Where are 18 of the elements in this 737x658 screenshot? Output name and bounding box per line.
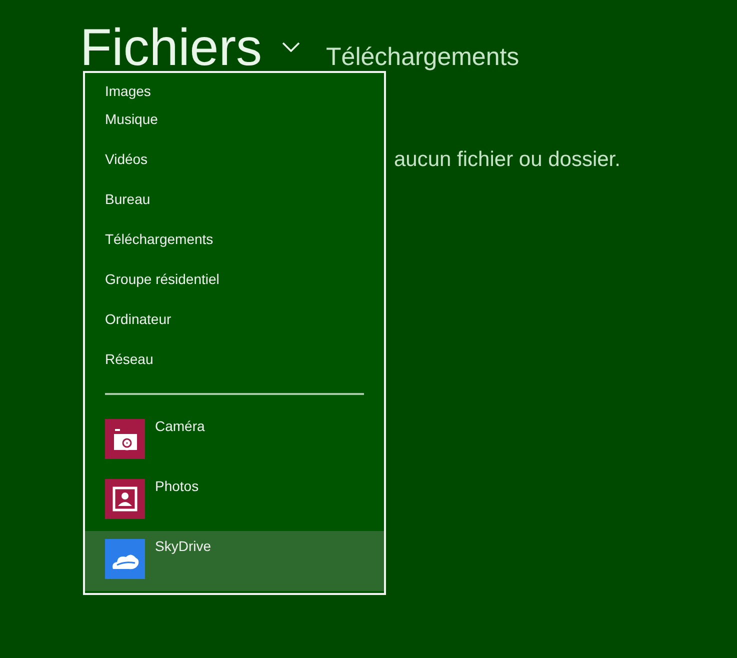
app-item[interactable]: Caméra [85, 411, 384, 471]
app-label: Caméra [155, 418, 205, 434]
menu-item[interactable]: Téléchargements [85, 219, 384, 259]
current-folder: Téléchargements [326, 43, 520, 72]
app-label: SkyDrive [155, 538, 212, 554]
menu-item[interactable]: Groupe résidentiel [85, 259, 384, 299]
app-item[interactable]: SkyDrive [85, 531, 384, 591]
menu-item[interactable]: Vidéos [85, 139, 384, 179]
menu-item[interactable]: Musique [85, 99, 384, 139]
chevron-down-icon[interactable] [282, 42, 300, 52]
app-label: Photos [155, 478, 199, 494]
app-item[interactable]: Photos [85, 471, 384, 531]
menu-item[interactable]: Images [85, 73, 384, 99]
menu-item[interactable]: Ordinateur [85, 299, 384, 339]
menu-item[interactable]: Réseau [85, 339, 384, 379]
menu-item[interactable]: Bureau [85, 179, 384, 219]
empty-message: aucun fichier ou dossier. [394, 148, 620, 173]
page-title: Fichiers [80, 22, 262, 74]
